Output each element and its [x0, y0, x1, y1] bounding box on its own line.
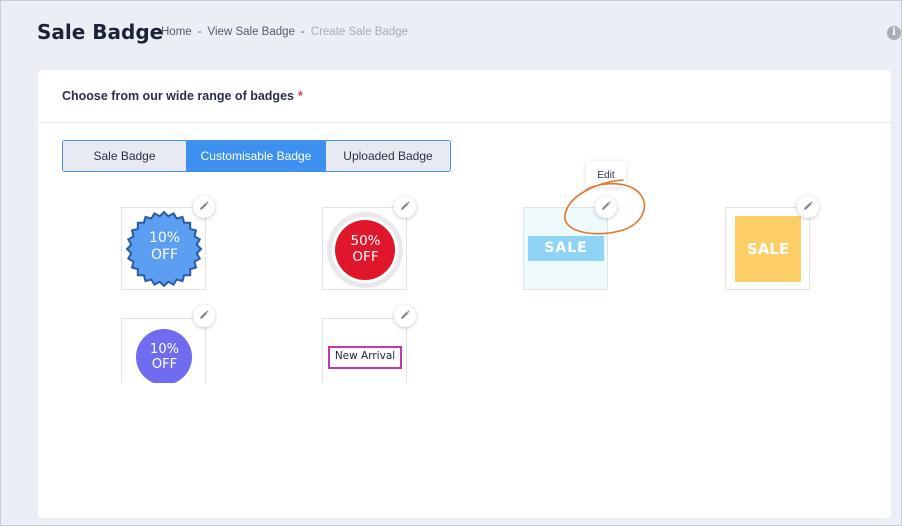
tab-uploaded-badge[interactable]: Uploaded Badge: [326, 141, 450, 171]
edit-badge-button[interactable]: [394, 305, 416, 327]
breadcrumb-view-sale-badge[interactable]: View Sale Badge: [208, 26, 295, 38]
badge-text: 50% OFF: [323, 233, 408, 265]
card-heading: Choose from our wide range of badges *: [38, 70, 891, 123]
badge-line-2: OFF: [352, 249, 379, 265]
breadcrumb-separator: -: [300, 26, 305, 38]
annotation-circle: [564, 179, 646, 235]
edit-badge-button[interactable]: [193, 305, 215, 327]
badge-tile-red-circle[interactable]: 50% OFF: [322, 207, 407, 290]
badge-line-2: OFF: [150, 247, 179, 263]
badge-tile-starburst[interactable]: 10% OFF: [121, 207, 206, 290]
badge-label: SALE: [746, 240, 790, 258]
badge-text: 10% OFF: [122, 230, 207, 264]
breadcrumb-home[interactable]: Home: [161, 26, 192, 38]
badge-tile-sale-square[interactable]: SALE: [725, 207, 810, 290]
badge-type-tabs: Sale Badge Customisable Badge Uploaded B…: [62, 140, 451, 172]
badge-label: New Arrival: [334, 350, 396, 362]
page-title: Sale Badge: [37, 20, 164, 44]
card-heading-text: Choose from our wide range of badges: [62, 89, 294, 103]
badge-tile-sale-ribbon[interactable]: SALE: [523, 207, 608, 290]
badge-label: SALE: [544, 240, 588, 256]
tab-sale-badge[interactable]: Sale Badge: [63, 141, 187, 171]
tab-customisable-badge[interactable]: Customisable Badge: [187, 141, 326, 171]
badge-text: 10% OFF: [122, 342, 207, 372]
required-marker: *: [297, 89, 303, 103]
edit-tooltip: Edit: [586, 161, 626, 187]
breadcrumb-current: Create Sale Badge: [310, 26, 408, 38]
breadcrumb-separator: -: [197, 26, 202, 38]
info-icon[interactable]: i: [887, 26, 901, 40]
pencil-icon: [199, 198, 209, 216]
badge-tile-purple-circle[interactable]: 10% OFF: [121, 318, 207, 383]
badge-tile-new-arrival[interactable]: New Arrival: [322, 318, 407, 382]
edit-badge-button[interactable]: [595, 196, 617, 218]
badge-selection-card: Choose from our wide range of badges * S…: [38, 70, 891, 518]
edit-badge-button[interactable]: [193, 196, 215, 218]
badge-line-1: 50%: [350, 233, 381, 249]
pencil-icon: [400, 198, 410, 216]
badge-line-1: 10%: [148, 230, 181, 246]
edit-badge-button[interactable]: [797, 196, 819, 218]
pencil-icon: [400, 307, 410, 325]
edit-badge-button[interactable]: [394, 196, 416, 218]
pencil-icon: [803, 198, 813, 216]
badge-line-2: OFF: [151, 357, 178, 372]
badge-line-1: 10%: [150, 342, 179, 357]
pencil-icon: [601, 198, 611, 216]
pencil-icon: [199, 307, 209, 325]
breadcrumb: Home - View Sale Badge - Create Sale Bad…: [161, 26, 408, 38]
